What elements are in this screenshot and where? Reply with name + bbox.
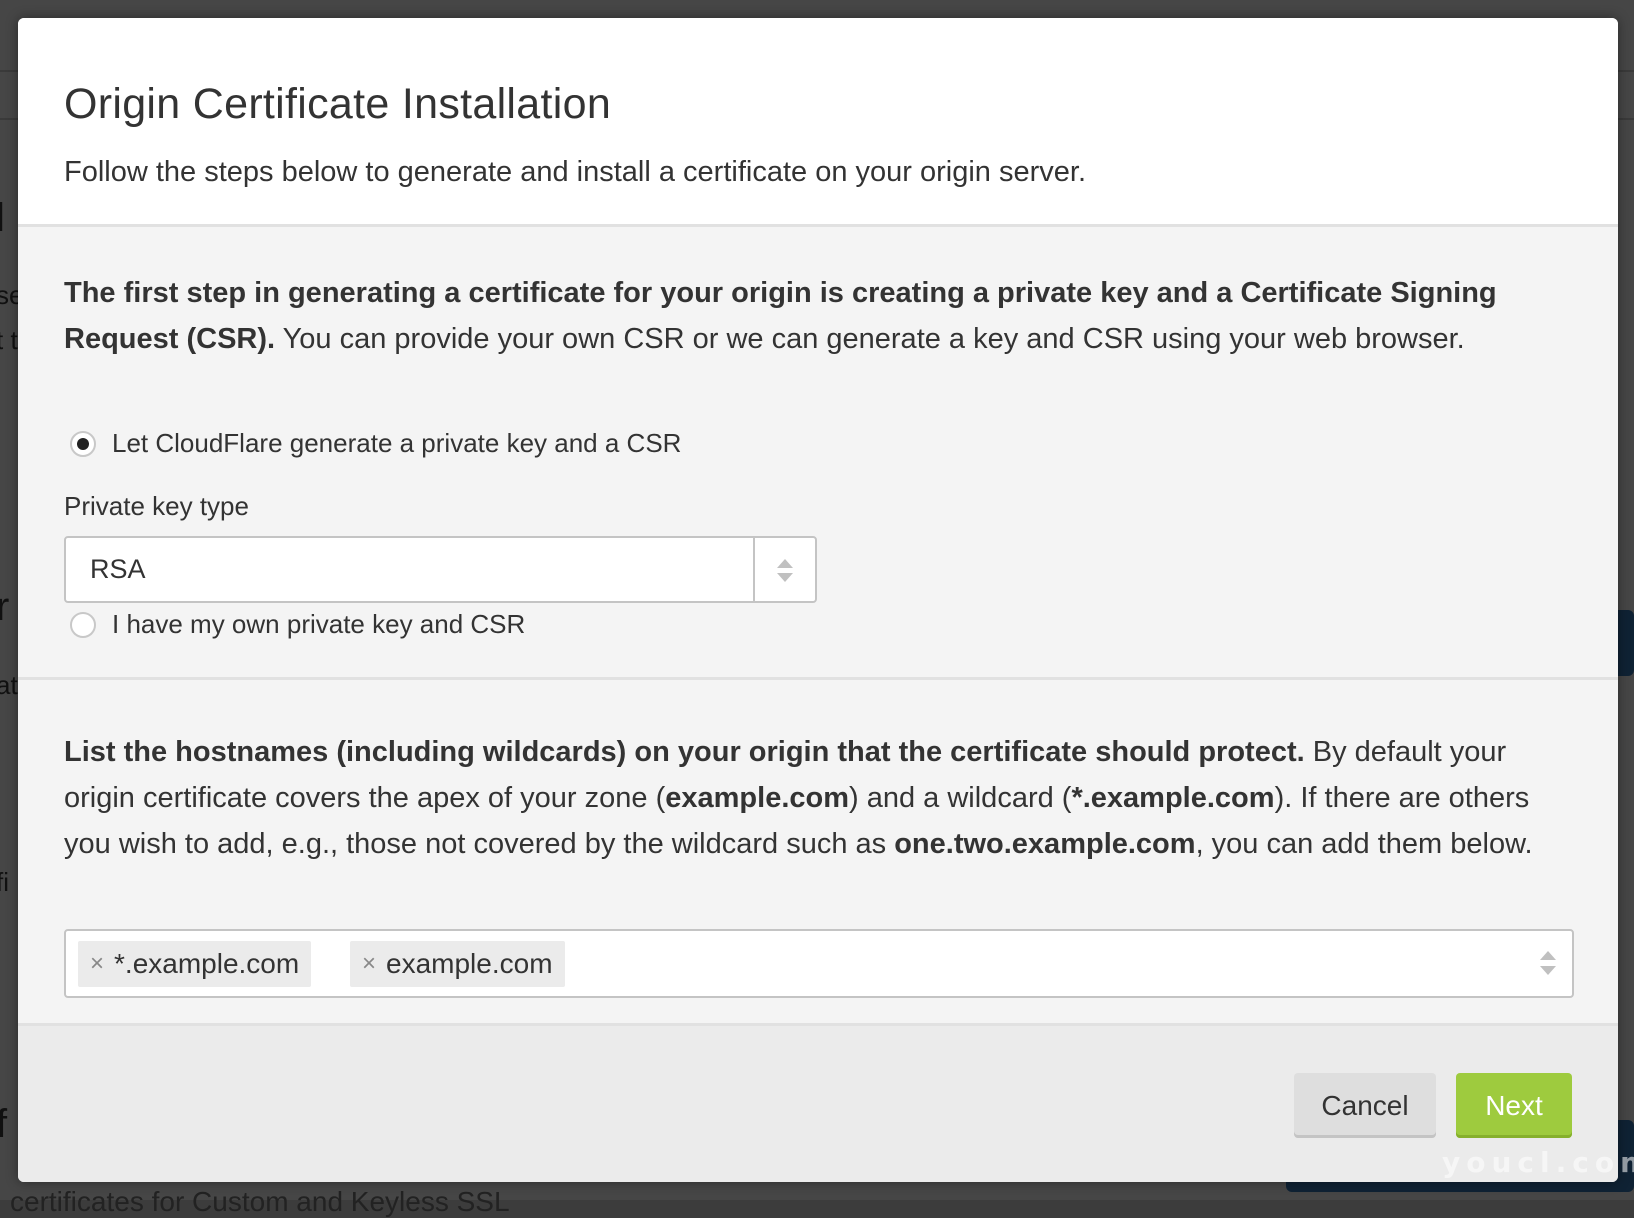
chevron-up-icon: [1540, 951, 1556, 960]
background-bottom-text: certificates for Custom and Keyless SSL: [10, 1186, 510, 1217]
example-subdomain: one.two.example.com: [894, 828, 1196, 860]
step2-bold-text: List the hostnames (including wildcards)…: [64, 736, 1305, 768]
step1-description: The first step in generating a certifica…: [64, 270, 1584, 362]
chevron-up-icon: [777, 559, 793, 568]
chevron-down-icon: [1540, 966, 1556, 975]
private-key-type-value: RSA: [90, 554, 146, 584]
origin-certificate-modal: Origin Certificate Installation Follow t…: [18, 18, 1618, 1182]
select-arrows-icon[interactable]: [753, 538, 815, 601]
background-text: f: [0, 1102, 8, 1146]
modal-header: Origin Certificate Installation Follow t…: [18, 18, 1618, 227]
hostname-tag: × *.example.com: [78, 941, 312, 987]
hostname-tag-label: *.example.com: [114, 948, 300, 979]
hostnames-arrows-icon[interactable]: [1538, 931, 1558, 996]
step2-description: List the hostnames (including wildcards)…: [64, 729, 1584, 867]
step-hostnames-section: List the hostnames (including wildcards)…: [18, 680, 1618, 1023]
background-text: r: [0, 585, 10, 629]
modal-footer: Cancel Next: [18, 1023, 1618, 1182]
step1-text: You can provide your own CSR or we can g…: [275, 323, 1465, 355]
radio-own-key-label[interactable]: I have my own private key and CSR: [112, 609, 525, 640]
apex-domain: example.com: [665, 782, 850, 814]
background-text: fi: [0, 867, 9, 897]
radio-own-key[interactable]: I have my own private key and CSR: [70, 609, 525, 640]
hostname-tag-label: example.com: [386, 948, 553, 979]
radio-button-checked[interactable]: [70, 430, 96, 457]
private-key-type-label: Private key type: [64, 491, 249, 521]
modal-subtitle: Follow the steps below to generate and i…: [64, 156, 1086, 188]
remove-tag-icon[interactable]: ×: [90, 950, 104, 978]
watermark: youcl.com: [1442, 1146, 1634, 1179]
step2-text: ) and a wildcard (: [849, 782, 1072, 814]
background-text: l: [0, 196, 5, 240]
radio-button-unchecked[interactable]: [70, 611, 96, 638]
radio-generate-key[interactable]: Let CloudFlare generate a private key an…: [70, 428, 681, 459]
wildcard-domain: *.example.com: [1071, 782, 1275, 814]
modal-title: Origin Certificate Installation: [64, 80, 612, 128]
background-text: t t: [0, 325, 18, 355]
hostname-tag: × example.com: [350, 941, 565, 987]
private-key-type-select[interactable]: RSA: [64, 536, 817, 603]
step2-text: , you can add them below.: [1195, 828, 1533, 860]
radio-generate-key-label[interactable]: Let CloudFlare generate a private key an…: [112, 428, 681, 459]
step-private-key-section: The first step in generating a certifica…: [18, 227, 1618, 677]
radio-dot-icon: [77, 437, 89, 450]
next-button[interactable]: Next: [1456, 1073, 1572, 1138]
hostnames-input[interactable]: × *.example.com × example.com: [64, 929, 1574, 998]
chevron-down-icon: [777, 573, 793, 582]
background-text: at: [0, 670, 18, 700]
cancel-button[interactable]: Cancel: [1294, 1073, 1436, 1138]
remove-tag-icon[interactable]: ×: [362, 950, 376, 978]
